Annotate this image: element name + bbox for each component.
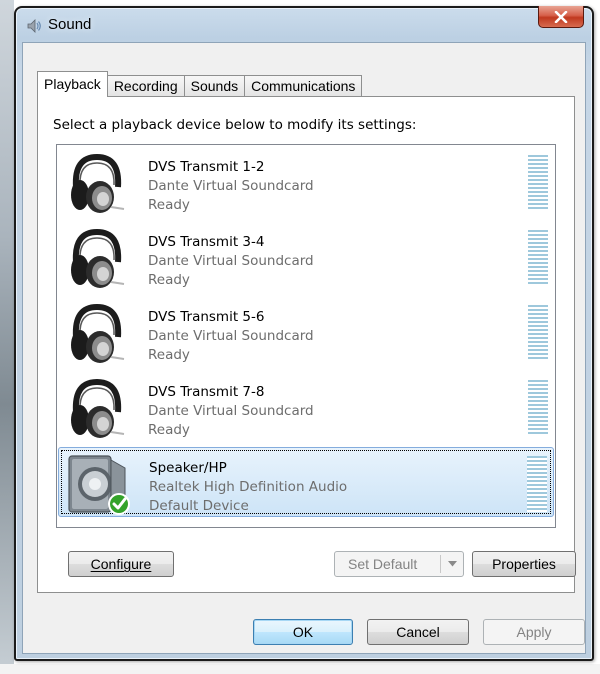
headphones-icon — [71, 303, 125, 363]
set-default-split-button[interactable]: Set Default — [334, 551, 464, 577]
ok-button-label: OK — [292, 624, 314, 640]
cancel-button-label: Cancel — [396, 624, 440, 640]
set-default-label: Set Default — [348, 556, 418, 572]
desktop-background-bottom — [0, 664, 600, 674]
volume-meter — [527, 456, 547, 512]
cancel-button[interactable]: Cancel — [367, 619, 469, 645]
device-driver: Realtek High Definition Audio — [149, 479, 348, 495]
list-item[interactable]: DVS Transmit 1-2 Dante Virtual Soundcard… — [58, 147, 554, 217]
volume-meter — [528, 380, 548, 436]
device-name: DVS Transmit 7-8 — [148, 384, 265, 400]
device-driver: Dante Virtual Soundcard — [148, 253, 314, 269]
tab-communications[interactable]: Communications — [244, 75, 363, 97]
tab-strip: Playback Recording Sounds Communications — [37, 71, 363, 97]
device-status: Ready — [148, 272, 190, 288]
apply-button[interactable]: Apply — [483, 619, 585, 645]
configure-button-label: Configure — [90, 556, 152, 572]
device-status: Ready — [148, 197, 190, 213]
device-name: Speaker/HP — [149, 460, 227, 476]
list-item[interactable]: DVS Transmit 3-4 Dante Virtual Soundcard… — [58, 222, 554, 292]
close-icon — [554, 10, 568, 23]
desktop-background — [0, 0, 14, 674]
instruction-text: Select a playback device below to modify… — [53, 117, 417, 133]
chevron-down-icon[interactable] — [445, 556, 459, 572]
headphones-icon — [71, 228, 125, 288]
playback-device-list[interactable]: DVS Transmit 1-2 Dante Virtual Soundcard… — [56, 144, 556, 528]
properties-button[interactable]: Properties — [472, 551, 576, 577]
device-driver: Dante Virtual Soundcard — [148, 403, 314, 419]
close-button[interactable] — [538, 6, 584, 28]
sound-dialog: Sound Playback Recording Sounds Communic… — [14, 6, 594, 661]
device-name: DVS Transmit 3-4 — [148, 234, 265, 250]
list-item-selected[interactable]: Speaker/HP Realtek High Definition Audio… — [58, 447, 554, 517]
tab-sounds[interactable]: Sounds — [183, 75, 246, 97]
list-item[interactable]: DVS Transmit 5-6 Dante Virtual Soundcard… — [58, 297, 554, 367]
device-driver: Dante Virtual Soundcard — [148, 328, 314, 344]
volume-meter — [528, 305, 548, 361]
speaker-icon — [27, 19, 41, 33]
device-driver: Dante Virtual Soundcard — [148, 178, 314, 194]
device-status: Ready — [148, 347, 190, 363]
headphones-icon — [71, 378, 125, 438]
tab-playback[interactable]: Playback — [37, 71, 108, 97]
headphones-icon — [71, 153, 125, 213]
dialog-client-area: Playback Recording Sounds Communications… — [22, 42, 586, 654]
list-item[interactable]: DVS Transmit 7-8 Dante Virtual Soundcard… — [58, 372, 554, 442]
device-status: Default Device — [149, 498, 249, 514]
ok-button[interactable]: OK — [253, 619, 353, 645]
configure-button[interactable]: Configure — [68, 551, 174, 577]
device-name: DVS Transmit 5-6 — [148, 309, 265, 325]
volume-meter — [528, 230, 548, 286]
playback-tab-page: Select a playback device below to modify… — [37, 96, 576, 593]
volume-meter — [528, 155, 548, 211]
check-badge — [108, 493, 130, 515]
apply-button-label: Apply — [516, 624, 552, 640]
device-name: DVS Transmit 1-2 — [148, 159, 265, 175]
speaker-icon — [68, 455, 130, 515]
device-status: Ready — [148, 422, 190, 438]
tab-recording[interactable]: Recording — [106, 75, 185, 97]
properties-button-label: Properties — [492, 556, 556, 572]
title-bar[interactable]: Sound — [16, 6, 592, 44]
split-separator — [440, 555, 441, 573]
window-title: Sound — [48, 16, 92, 33]
